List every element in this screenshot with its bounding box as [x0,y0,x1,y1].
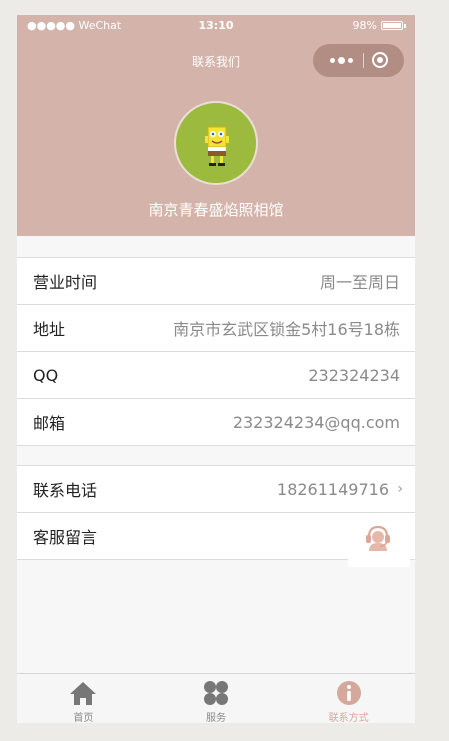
info-list: 营业时间 周一至周日 地址 南京市玄武区锁金5村16号18栋 QQ 232324… [17,257,415,446]
tab-home[interactable]: 首页 [17,674,150,723]
hours-label: 营业时间 [33,273,98,292]
header: ●●●●● WeChat 13:10 98% 联系我们 南京青春盛焰照相馆 [17,15,415,236]
avatar [174,101,258,185]
hours-value: 周一至周日 [319,273,400,292]
battery-indicator: 98% [353,19,406,32]
phone-screen: ●●●●● WeChat 13:10 98% 联系我们 南京青春盛焰照相馆 营业… [17,15,415,723]
email-label: 邮箱 [33,414,66,433]
customer-service-row[interactable]: 客服留言 [17,513,415,559]
list-item-qq: QQ 232324234 [17,352,415,399]
status-bar: ●●●●● WeChat 13:10 98% [17,15,415,37]
spongebob-avatar-icon [205,126,229,166]
phone-row[interactable]: 联系电话 18261149716 › [17,466,415,513]
phone-value: 18261149716 [277,479,389,499]
battery-percent: 98% [352,19,377,32]
more-icon[interactable] [330,55,356,65]
customer-service-icon[interactable] [363,523,393,553]
phone-label: 联系电话 [33,481,98,500]
tab-services[interactable]: 服务 [150,674,283,723]
list-item-address: 地址 南京市玄武区锁金5村16号18栋 [17,305,415,352]
grid-icon [204,681,228,705]
tab-label-contact: 联系方式 [328,713,369,723]
qq-value: 232324234 [308,365,400,385]
studio-name: 南京青春盛焰照相馆 [148,201,284,219]
list-item-hours: 营业时间 周一至周日 [17,258,415,305]
home-icon [70,682,97,705]
email-value: 232324234@qq.com [232,412,400,432]
address-label: 地址 [33,320,66,339]
list-item-email: 邮箱 232324234@qq.com [17,399,415,445]
service-label: 客服留言 [33,528,98,547]
mini-program-capsule [313,44,404,77]
tab-bar: 首页 服务 联系方式 [17,673,415,723]
tab-contact[interactable]: 联系方式 [282,674,415,723]
chevron-right-icon: › [397,481,403,497]
battery-icon [381,21,403,30]
tab-label-home: 首页 [73,713,94,723]
info-icon [336,681,361,705]
close-target-icon[interactable] [372,52,388,68]
qq-label: QQ [33,365,59,385]
tab-label-services: 服务 [206,713,226,723]
address-value: 南京市玄武区锁金5村16号18栋 [173,320,400,339]
contact-list: 联系电话 18261149716 › 客服留言 [17,465,415,560]
